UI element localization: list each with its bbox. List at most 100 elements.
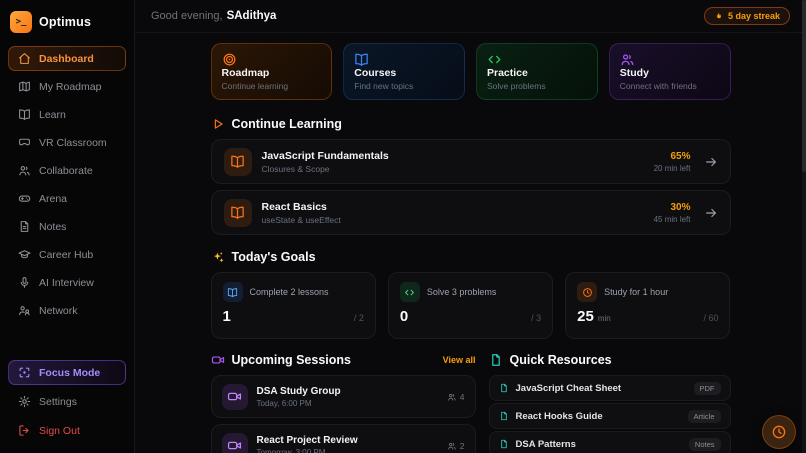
- file-icon: [489, 353, 503, 367]
- section-title: Today's Goals: [232, 250, 316, 264]
- sidebar-item-notes[interactable]: Notes: [8, 214, 126, 239]
- goal-current-value: 25: [577, 309, 594, 324]
- course-card-react-basics[interactable]: React Basics useState & useEffect 30% 45…: [211, 190, 731, 235]
- sidebar-item-collaborate[interactable]: Collaborate: [8, 158, 126, 183]
- view-all-link[interactable]: View all: [443, 355, 476, 365]
- pomodoro-timer-button[interactable]: [762, 415, 796, 449]
- resource-item-react-hooks-guide[interactable]: React Hooks Guide Article: [489, 403, 731, 429]
- scrollbar-thumb[interactable]: [802, 0, 806, 172]
- sidebar-item-ai-interview[interactable]: AI Interview: [8, 270, 126, 295]
- sidebar-item-dashboard[interactable]: Dashboard: [8, 46, 126, 71]
- clock-icon: [771, 424, 787, 440]
- attendee-count: 2: [460, 441, 465, 451]
- sidebar-item-label: Collaborate: [39, 165, 93, 177]
- settings-button[interactable]: Settings: [8, 389, 126, 414]
- book-icon: [224, 199, 252, 227]
- logout-icon: [18, 424, 31, 437]
- users-icon: [447, 441, 457, 451]
- quick-action-subtitle: Continue learning: [222, 81, 322, 91]
- app-name: Optimus: [39, 15, 91, 29]
- book-open-icon: [354, 52, 369, 67]
- resource-item-dsa-patterns[interactable]: DSA Patterns Notes: [489, 431, 731, 453]
- graduation-cap-icon: [18, 248, 31, 261]
- app-logo: >_ Optimus: [8, 9, 126, 46]
- sidebar-item-career-hub[interactable]: Career Hub: [8, 242, 126, 267]
- section-title: Upcoming Sessions: [232, 353, 351, 367]
- sidebar-item-arena[interactable]: Arena: [8, 186, 126, 211]
- code-icon: [400, 282, 420, 302]
- file-icon: [499, 439, 509, 449]
- course-time-left: 20 min left: [654, 164, 691, 173]
- arrow-right-icon: [704, 206, 718, 220]
- goal-card-lessons: Complete 2 lessons 1 / 2: [211, 272, 376, 339]
- course-card-javascript-fundamentals[interactable]: JavaScript Fundamentals Closures & Scope…: [211, 139, 731, 184]
- goal-card-problems: Solve 3 problems 0 / 3: [388, 272, 553, 339]
- resource-type-badge: Article: [688, 410, 721, 423]
- quick-action-practice[interactable]: Practice Solve problems: [476, 43, 598, 100]
- flame-icon: [714, 11, 724, 21]
- sidebar-nav: Dashboard My Roadmap Learn VR Classroom …: [8, 46, 126, 323]
- microphone-icon: [18, 276, 31, 289]
- top-bar: Good evening,SAdithya 5 day streak: [135, 0, 806, 33]
- course-time-left: 45 min left: [654, 215, 691, 224]
- resource-list: JavaScript Cheat Sheet PDF React Hooks G…: [489, 375, 731, 453]
- greeting: Good evening,SAdithya: [151, 10, 276, 22]
- sidebar-item-learn[interactable]: Learn: [8, 102, 126, 127]
- target-icon: [222, 52, 237, 67]
- sidebar-item-label: AI Interview: [39, 277, 94, 289]
- dashboard-content: Roadmap Continue learning Courses Find n…: [135, 33, 806, 453]
- sidebar: >_ Optimus Dashboard My Roadmap Learn VR…: [0, 0, 135, 453]
- video-camera-icon: [211, 353, 225, 367]
- session-card-react-project-review[interactable]: React Project Review Tomorrow, 3:00 PM 2: [211, 424, 476, 453]
- course-percent: 30%: [654, 202, 691, 213]
- sidebar-item-vr-classroom[interactable]: VR Classroom: [8, 130, 126, 155]
- main-area: Good evening,SAdithya 5 day streak Roadm…: [135, 0, 806, 453]
- users-icon: [18, 164, 31, 177]
- quick-action-title: Roadmap: [222, 67, 322, 79]
- quick-actions: Roadmap Continue learning Courses Find n…: [211, 43, 731, 100]
- session-time: Today, 6:00 PM: [257, 399, 438, 408]
- sidebar-item-my-roadmap[interactable]: My Roadmap: [8, 74, 126, 99]
- logo-glyph: >_: [16, 17, 27, 27]
- sidebar-item-network[interactable]: Network: [8, 298, 126, 323]
- app-window: >_ Optimus Dashboard My Roadmap Learn VR…: [0, 0, 806, 453]
- sidebar-item-label: Notes: [39, 221, 66, 233]
- quick-action-roadmap[interactable]: Roadmap Continue learning: [211, 43, 333, 100]
- sidebar-item-label: Career Hub: [39, 249, 93, 261]
- section-title: Quick Resources: [510, 353, 612, 367]
- resource-item-javascript-cheat-sheet[interactable]: JavaScript Cheat Sheet PDF: [489, 375, 731, 401]
- goal-current-value: 0: [400, 309, 408, 324]
- users-icon: [620, 52, 635, 67]
- sign-out-label: Sign Out: [39, 425, 80, 437]
- quick-action-title: Practice: [487, 67, 587, 79]
- video-camera-icon: [222, 384, 248, 410]
- goal-label: Study for 1 hour: [604, 287, 668, 297]
- gear-icon: [18, 395, 31, 408]
- session-time: Tomorrow, 3:00 PM: [257, 448, 438, 453]
- resource-title: DSA Patterns: [516, 439, 576, 450]
- arrow-right-icon: [704, 155, 718, 169]
- focus-crosshair-icon: [18, 366, 31, 379]
- resource-title: JavaScript Cheat Sheet: [516, 383, 622, 394]
- streak-badge[interactable]: 5 day streak: [704, 7, 790, 25]
- sidebar-item-label: Learn: [39, 109, 66, 121]
- quick-action-courses[interactable]: Courses Find new topics: [343, 43, 465, 100]
- code-icon: [487, 52, 502, 67]
- goal-target: / 2: [354, 313, 364, 323]
- video-camera-icon: [222, 433, 248, 453]
- todays-goals-heading: Today's Goals: [211, 250, 731, 264]
- scrollbar[interactable]: [802, 0, 806, 453]
- quick-action-study[interactable]: Study Connect with friends: [609, 43, 731, 100]
- focus-mode-button[interactable]: Focus Mode: [8, 360, 126, 385]
- resource-type-badge: Notes: [689, 438, 721, 451]
- session-attendees: 4: [447, 392, 465, 402]
- settings-label: Settings: [39, 396, 77, 408]
- course-list: JavaScript Fundamentals Closures & Scope…: [211, 139, 731, 235]
- sign-out-button[interactable]: Sign Out: [8, 418, 126, 443]
- note-document-icon: [18, 220, 31, 233]
- users-icon: [447, 392, 457, 402]
- goal-target: / 60: [703, 313, 718, 323]
- username: SAdithya: [227, 10, 277, 22]
- session-card-dsa-study-group[interactable]: DSA Study Group Today, 6:00 PM 4: [211, 375, 476, 418]
- course-subtitle: Closures & Scope: [262, 164, 644, 174]
